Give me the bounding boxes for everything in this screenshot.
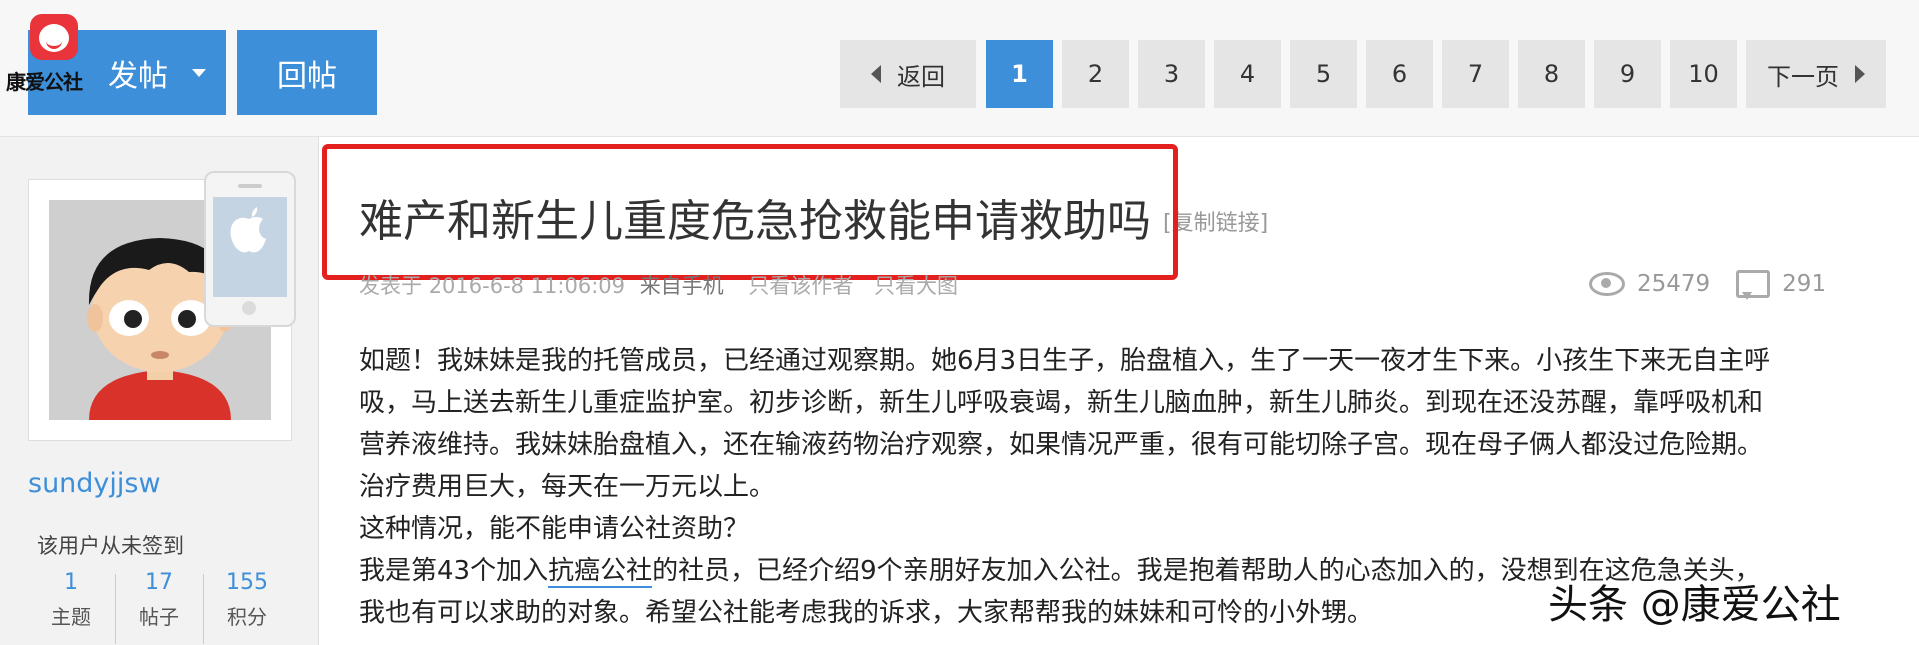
page-2[interactable]: 2 [1062,40,1129,108]
post-content: 难产和新生儿重度危急抢救能申请救助吗 [复制链接] 发表于 2016-6-8 1… [319,137,1919,645]
eye-icon [1589,272,1625,296]
page-9[interactable]: 9 [1594,40,1661,108]
page-4[interactable]: 4 [1214,40,1281,108]
post-body-line: 这种情况，能不能申请公社资助？ [359,514,750,544]
author-panel: sundyjjsw 该用户从未签到 1 主题 17 帖子 155 积分 [0,137,319,645]
arrow-right-icon [1855,65,1865,83]
logo-mark-icon [30,14,78,60]
mobile-device-badge [204,171,296,327]
page-6[interactable]: 6 [1366,40,1433,108]
pagination-next-button[interactable]: 下一页 [1746,40,1886,108]
stat-points-label: 积分 [227,605,267,629]
copy-link-button[interactable]: [复制链接] [1163,205,1268,237]
stat-threads-value: 1 [64,570,78,595]
comment-icon [1736,270,1771,300]
posted-prefix: 发表于 [359,274,422,298]
pagination-next-label: 下一页 [1767,62,1839,91]
title-highlight-box [322,144,1178,280]
reply-button[interactable]: 回帖 [237,30,377,115]
site-logo: 康爱公社 [6,14,98,94]
pagination-back-button[interactable]: 返回 [840,40,976,108]
author-username[interactable]: sundyjjsw [28,468,161,499]
post-meta: 发表于 2016-6-8 11:06:09 来自手机 只看该作者 只看大图 [359,270,958,300]
reply-count: 291 [1782,271,1827,297]
post-body-line: 营养液维持。我妹妹胎盘植入，还在输液药物治疗观察，如果情况严重，很有可能切除子宫… [359,430,1764,460]
only-images-link[interactable]: 只看大图 [874,274,958,298]
page-8[interactable]: 8 [1518,40,1585,108]
arrow-left-icon [871,65,881,83]
logo-text: 康爱公社 [6,70,83,94]
page-1[interactable]: 1 [986,40,1053,108]
post-body-line: 吸，马上送去新生儿重症监护室。初步诊断，新生儿呼吸衰竭，新生儿脑血肿，新生儿肺炎… [359,388,1764,418]
line-text: 我是第43个加入 [359,556,549,586]
posted-time: 2016-6-8 11:06:09 [428,274,625,298]
page-5[interactable]: 5 [1290,40,1357,108]
page-3[interactable]: 3 [1138,40,1205,108]
stat-posts[interactable]: 17 帖子 [116,570,202,630]
signin-status: 该用户从未签到 [37,534,184,558]
post-body-line: 如题！我妹妹是我的托管成员，已经通过观察期。她6月3日生子，胎盘植入，生了一天一… [359,346,1771,376]
stat-points-value: 155 [226,570,268,595]
page-7[interactable]: 7 [1442,40,1509,108]
stat-posts-label: 帖子 [139,605,179,629]
post-button-label: 发帖 [108,58,168,94]
view-count: 25479 [1637,271,1711,297]
top-toolbar: 发帖 回帖 康爱公社 返回 1 2 3 4 5 6 7 8 9 10 下一页 [0,0,1919,137]
watermark: 头条 @康爱公社 [1548,582,1841,628]
stat-posts-value: 17 [145,570,173,595]
post-source: 来自手机 [639,274,724,298]
stat-threads-label: 主题 [51,605,91,629]
page-10[interactable]: 10 [1670,40,1737,108]
stat-points[interactable]: 155 积分 [204,570,290,630]
only-author-link[interactable]: 只看该作者 [748,274,853,298]
stat-threads[interactable]: 1 主题 [28,570,114,630]
apple-icon [226,203,272,267]
author-stats: 1 主题 17 帖子 155 积分 [28,570,290,645]
post-counters: 25479 291 [1589,270,1827,300]
chevron-down-icon[interactable] [192,68,206,77]
pagination-back-label: 返回 [897,62,945,91]
community-link[interactable]: 抗癌公社 [548,556,653,588]
post-body-line: 治疗费用巨大，每天在一万元以上。 [359,472,776,502]
